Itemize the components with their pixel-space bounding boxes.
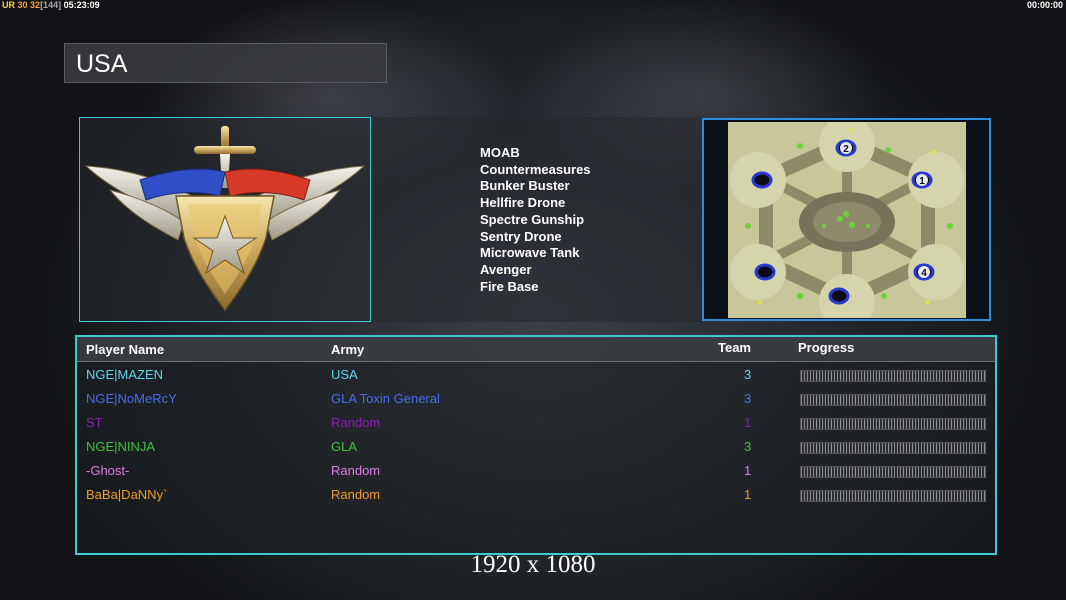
player-team: 1 [744, 463, 752, 478]
load-progress-bar [800, 394, 986, 406]
table-row[interactable]: ST Random 1 [77, 411, 995, 435]
table-row[interactable]: NGE|MAZEN USA 3 [77, 363, 995, 387]
header-player-name: Player Name [86, 342, 165, 357]
map-preview-image: 2 1 4 [728, 122, 966, 318]
resolution-label: 1920 x 1080 [470, 551, 596, 578]
load-progress-bar [800, 490, 986, 502]
player-name: ST [86, 415, 103, 430]
faction-title: USA [76, 50, 128, 78]
player-team: 3 [744, 391, 752, 406]
player-team: 1 [744, 415, 752, 430]
status-timer: 00:00:00 [1026, 0, 1063, 10]
power-item: Microwave Tank [480, 245, 580, 261]
power-item: Spectre Gunship [480, 211, 585, 227]
player-table: Player Name Army Team Progress NGE|MAZEN… [75, 335, 997, 555]
player-name: -Ghost- [86, 463, 130, 478]
header-team: Team [718, 340, 751, 355]
table-row[interactable]: NGE|NoMeRcY GLA Toxin General 3 [77, 387, 995, 411]
player-name: NGE|MAZEN [86, 367, 164, 382]
faction-header: USA [64, 43, 387, 83]
status-value-b: 32 [30, 0, 41, 10]
power-item: Avenger [480, 261, 532, 277]
load-progress-bar [800, 418, 986, 430]
start-position-label: 2 [843, 144, 849, 155]
power-item: Countermeasures [480, 161, 591, 177]
player-army: Random [331, 415, 381, 430]
header-progress: Progress [798, 340, 855, 355]
table-row[interactable]: BaBa|DaNNy` Random 1 [77, 483, 995, 507]
player-name: NGE|NINJA [86, 439, 156, 454]
load-progress-bar [800, 442, 986, 454]
status-bracket: [144] [40, 0, 62, 10]
player-team: 3 [744, 439, 752, 454]
load-progress-bar [800, 466, 986, 478]
player-name: NGE|NoMeRcY [86, 391, 177, 406]
power-item: Hellfire Drone [480, 195, 566, 211]
table-row[interactable]: -Ghost- Random 1 [77, 459, 995, 483]
load-progress-bar [800, 370, 986, 382]
table-header: Player Name Army Team Progress [77, 337, 995, 362]
map-preview[interactable]: 2 1 4 [702, 118, 991, 321]
status-ur: UR [2, 0, 15, 10]
player-army: GLA [331, 439, 358, 454]
player-army: Random [331, 463, 381, 478]
power-item: Fire Base [480, 278, 539, 294]
header-army: Army [331, 342, 365, 357]
table-row[interactable]: NGE|NINJA GLA 3 [77, 435, 995, 459]
general-powers-list: MOAB Countermeasures Bunker Buster Hellf… [480, 145, 591, 295]
player-team: 1 [744, 487, 752, 502]
start-position-label: 4 [921, 268, 927, 279]
player-army: Random [331, 487, 381, 502]
power-item: Bunker Buster [480, 178, 570, 194]
player-army: GLA Toxin General [331, 391, 440, 406]
power-item: MOAB [480, 145, 520, 160]
status-clock: 05:23:09 [63, 0, 100, 10]
usa-emblem-icon [84, 126, 366, 312]
start-position-label: 1 [919, 176, 925, 187]
player-army: USA [331, 367, 358, 382]
player-name: BaBa|DaNNy` [86, 487, 168, 502]
faction-emblem-panel [79, 117, 371, 322]
player-team: 3 [744, 367, 752, 382]
power-item: Sentry Drone [480, 228, 562, 244]
status-left: UR 30 32[144] 05:23:09 [2, 0, 100, 11]
status-bar: UR 30 32[144] 05:23:09 00:00:00 [0, 0, 1066, 12]
status-value-a: 30 [17, 0, 28, 10]
